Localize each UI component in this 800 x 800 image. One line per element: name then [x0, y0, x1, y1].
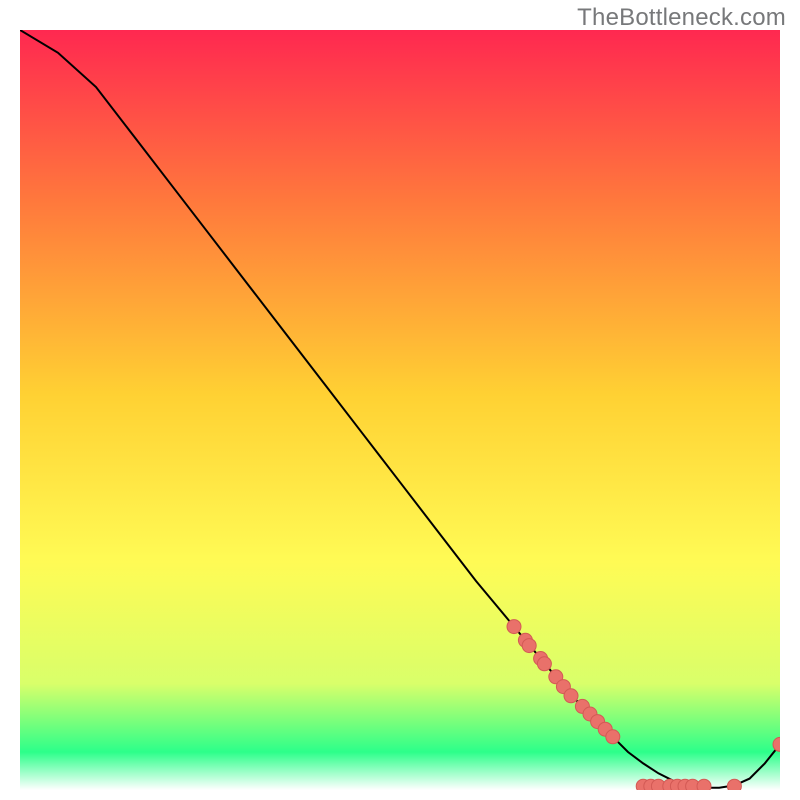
data-dot — [507, 620, 521, 634]
data-dot — [697, 779, 711, 790]
data-dot — [522, 639, 536, 653]
data-dot — [537, 657, 551, 671]
watermark-text: TheBottleneck.com — [577, 4, 786, 32]
data-dot — [727, 779, 741, 790]
plot-area — [20, 30, 780, 790]
gradient-background — [20, 30, 780, 790]
data-dot — [606, 730, 620, 744]
chart-frame: TheBottleneck.com — [0, 0, 800, 800]
data-dot — [564, 689, 578, 703]
chart-svg — [20, 30, 780, 790]
